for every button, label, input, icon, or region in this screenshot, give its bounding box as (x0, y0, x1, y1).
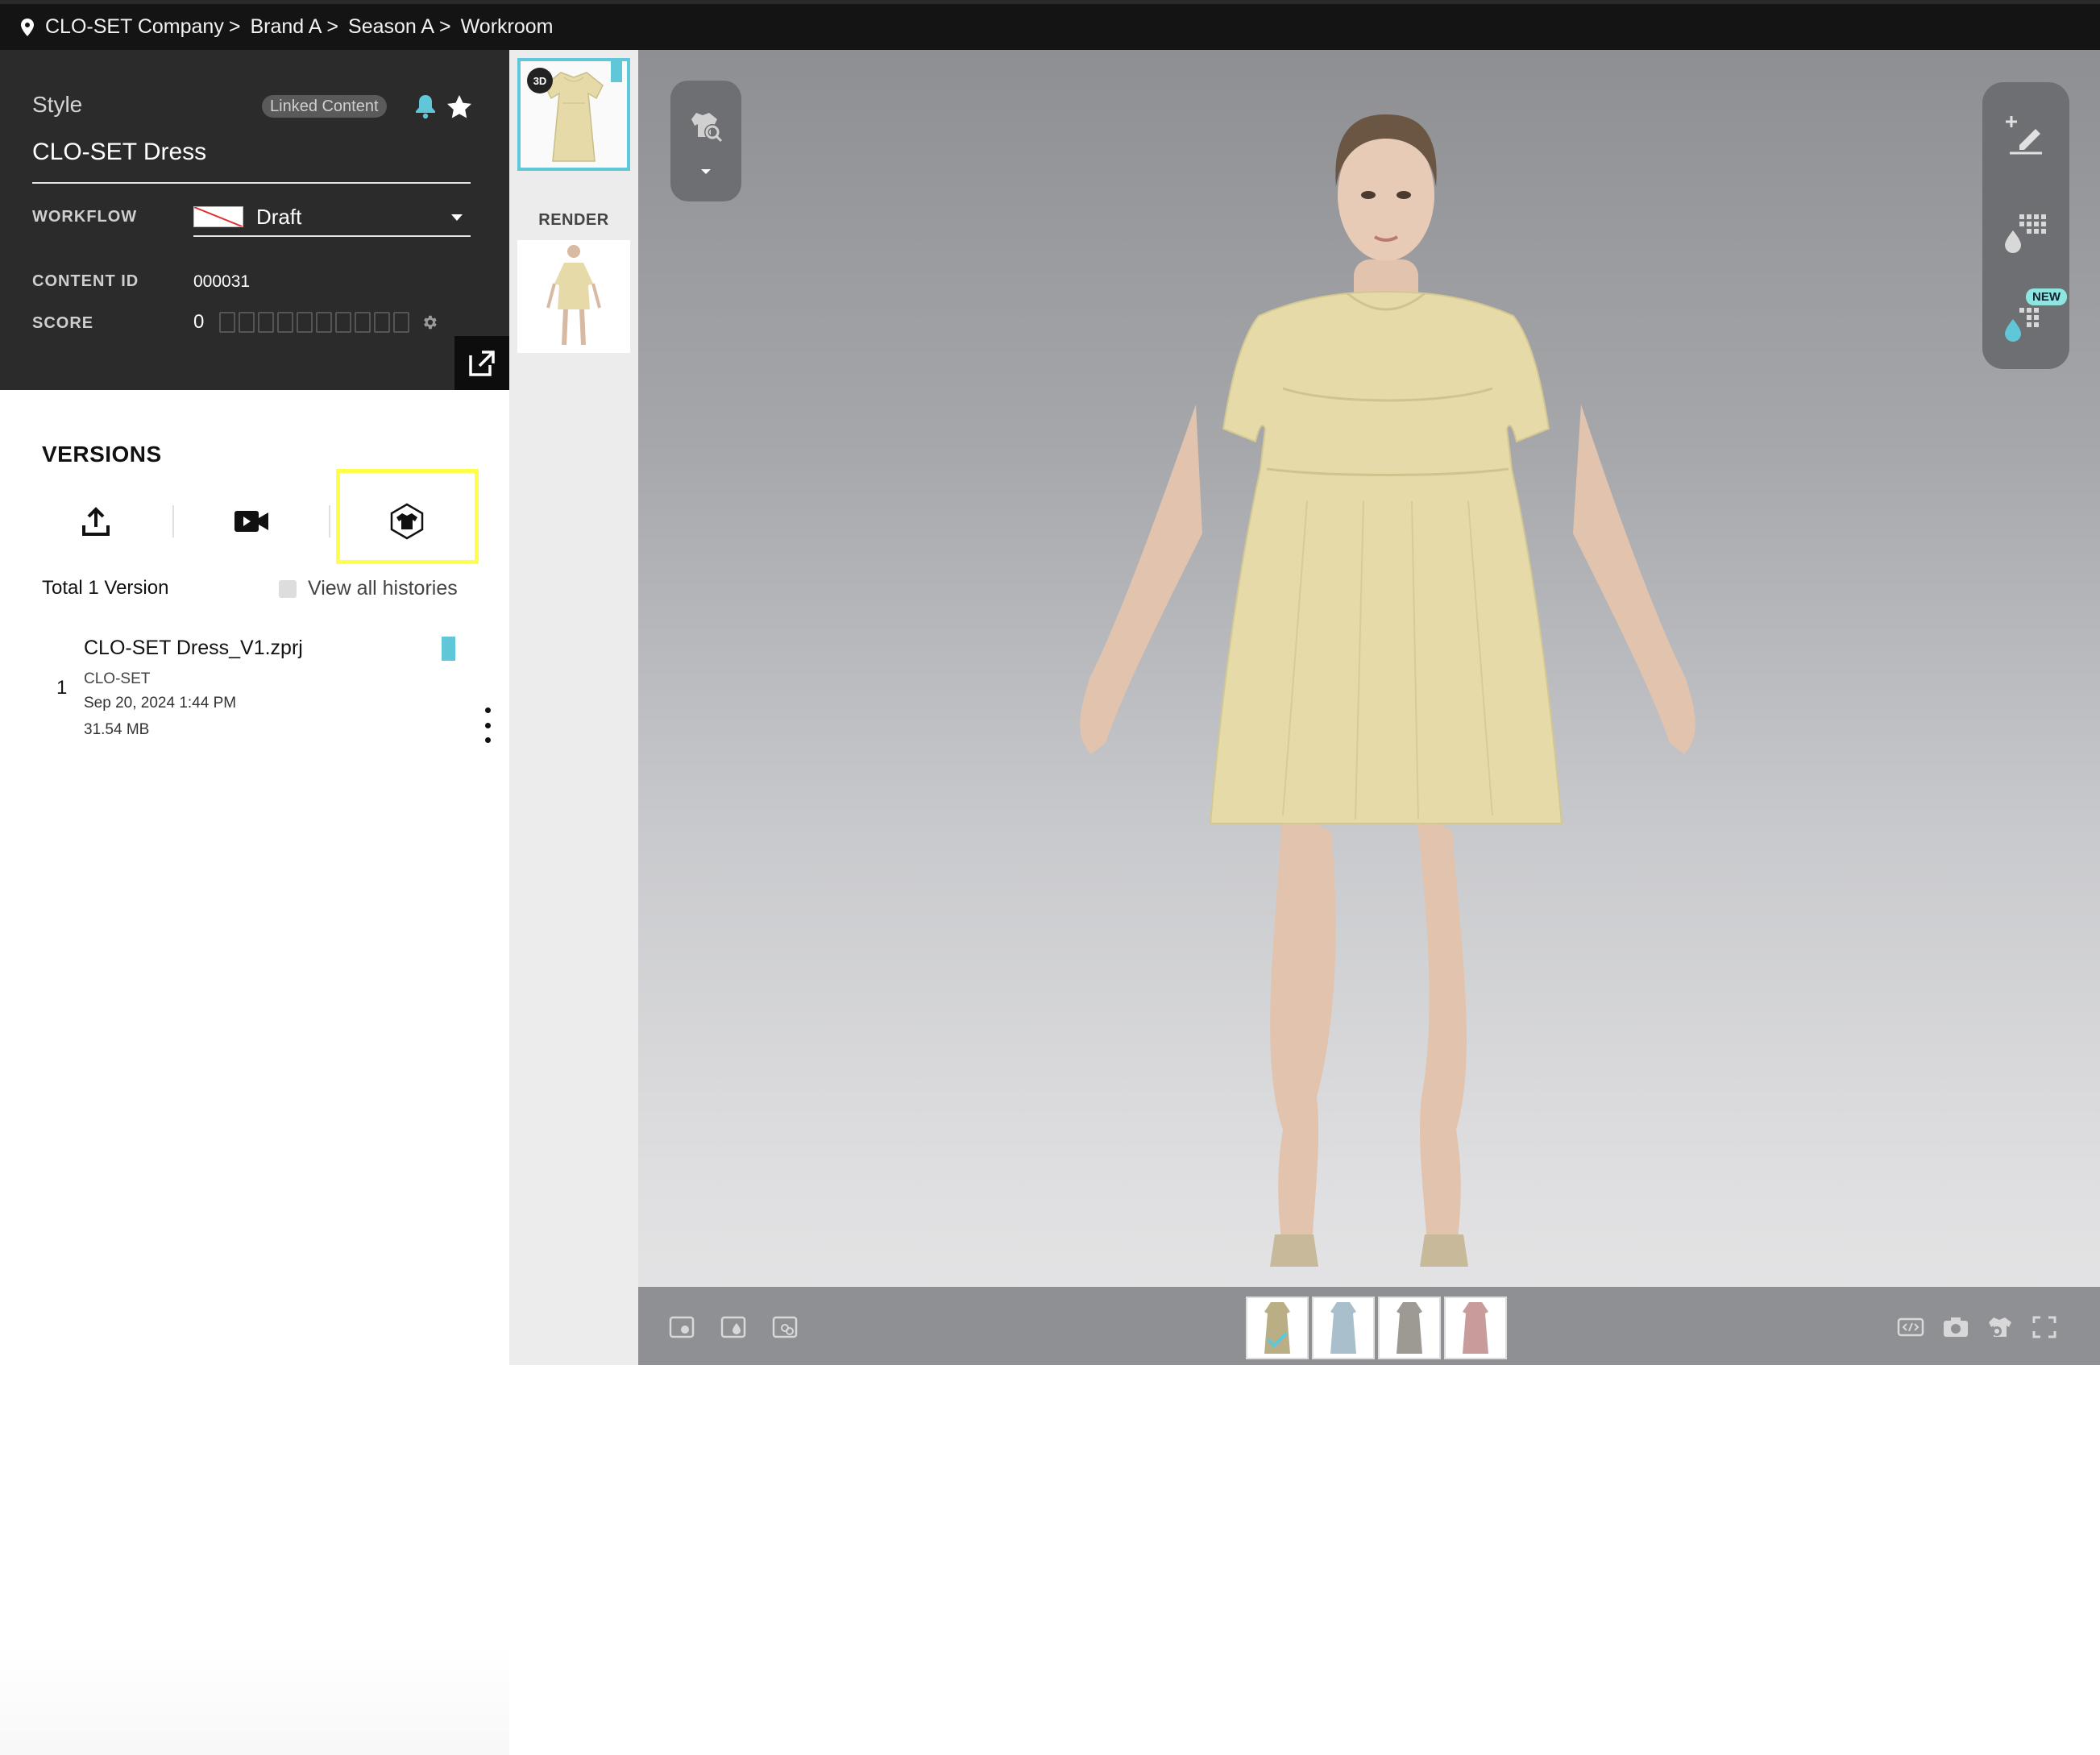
right-tool-panel (1982, 82, 2069, 369)
breadcrumb-workroom[interactable]: Workroom (461, 15, 554, 39)
highlight-frame (336, 469, 479, 564)
colorway-dress-3 (1397, 1302, 1422, 1354)
star-icon[interactable] (446, 93, 473, 121)
view-all-label[interactable]: View all histories (308, 577, 458, 600)
toolbar-divider (172, 505, 174, 537)
colorway-dress-1 (1264, 1302, 1290, 1354)
colorway-settings-icon[interactable] (772, 1315, 799, 1339)
score-box (393, 312, 409, 333)
score-box (277, 312, 293, 333)
video-icon (234, 511, 268, 532)
video-button[interactable] (225, 495, 278, 548)
new-badge: NEW (2026, 288, 2067, 305)
add-annotation-icon[interactable] (2005, 114, 2047, 156)
linked-content-badge[interactable]: Linked Content (262, 95, 387, 118)
colorway-thumbnail-1[interactable] (1246, 1297, 1309, 1359)
score-label: SCORE (32, 314, 94, 332)
more-options-icon[interactable] (483, 707, 492, 743)
workflow-dropdown[interactable]: Draft (193, 198, 471, 237)
colorway-dress-2 (1330, 1302, 1356, 1354)
toolbar-divider (329, 505, 330, 537)
colorway-dress-4 (1463, 1302, 1488, 1354)
scene-settings-icon[interactable] (669, 1315, 696, 1339)
garment-search-tool[interactable] (670, 81, 741, 201)
camera-icon[interactable] (1942, 1315, 1969, 1339)
version-size: 31.54 MB (84, 721, 150, 738)
versions-title: VERSIONS (42, 442, 162, 467)
thumbnail-strip: 3D RENDER (509, 50, 638, 1365)
gear-icon[interactable] (421, 313, 438, 331)
score-value: 0 (193, 311, 205, 333)
render-label: RENDER (538, 211, 609, 229)
badge-3d: 3D (527, 68, 553, 93)
workflow-value: Draft (256, 204, 302, 229)
colorway-thumbnail-4[interactable] (1444, 1297, 1507, 1359)
view-all-checkbox[interactable] (279, 580, 297, 598)
version-current-marker (442, 637, 455, 661)
style-name[interactable]: CLO-SET Dress (32, 139, 206, 166)
bell-icon[interactable] (413, 93, 438, 119)
version-date: Sep 20, 2024 1:44 PM (84, 695, 237, 712)
breadcrumb: CLO-SET Company > Brand A > Season A > Work… (45, 15, 554, 39)
upload-version-button[interactable] (69, 495, 122, 548)
breadcrumb-season[interactable]: Season A (348, 15, 434, 39)
version-number: 1 (56, 677, 68, 699)
version-file-name[interactable]: CLO-SET Dress_V1.zprj (84, 637, 303, 660)
embed-code-icon[interactable] (1897, 1315, 1924, 1339)
breadcrumb-company[interactable]: CLO-SET Company (45, 15, 224, 39)
workflow-status-swatch (193, 206, 243, 227)
score-box (355, 312, 371, 333)
score-box (239, 312, 255, 333)
camera-garment-icon[interactable] (1986, 1315, 2013, 1339)
colorway-thumbnail-2[interactable] (1312, 1297, 1375, 1359)
top-bar: CLO-SET Company > Brand A > Season A > Work… (0, 0, 2100, 50)
fabric-icon[interactable] (720, 1315, 748, 1339)
name-underline (32, 182, 471, 184)
score-box (258, 312, 274, 333)
score-box (374, 312, 390, 333)
selected-marker (611, 61, 622, 82)
style-section-label: Style (32, 92, 83, 117)
content-id-label: CONTENT ID (32, 272, 139, 290)
open-external-button[interactable] (454, 336, 509, 390)
workflow-label: WORKFLOW (32, 208, 138, 226)
thumbnail-3d[interactable]: 3D (517, 58, 630, 171)
versions-panel: VERSIONS Total 1 Version View all histor… (0, 390, 509, 1755)
external-link-icon (469, 350, 495, 376)
breadcrumb-brand[interactable]: Brand A (250, 15, 322, 39)
avatar-model-image (1080, 114, 1695, 1267)
bottom-fade (0, 1647, 509, 1755)
total-versions: Total 1 Version (42, 577, 169, 599)
score-box (219, 312, 235, 333)
fullscreen-icon[interactable] (2031, 1315, 2058, 1339)
score-box (297, 312, 313, 333)
breadcrumb-separator: > (439, 15, 451, 38)
score-box (335, 312, 351, 333)
style-panel: Style Linked Content CLO-SET Dress WORKF… (0, 50, 509, 430)
version-author: CLO-SET (84, 670, 151, 687)
content-id-value: 000031 (193, 272, 251, 291)
chevron-down-icon (451, 214, 463, 221)
breadcrumb-separator: > (326, 15, 339, 38)
color-grid-icon[interactable] (2003, 211, 2048, 256)
score-box (316, 312, 332, 333)
render-thumbnail-image (546, 245, 601, 346)
upload-icon (82, 507, 110, 536)
new-color-tool-icon[interactable] (2003, 300, 2048, 345)
garment-search-icon (691, 113, 723, 143)
breadcrumb-separator: > (228, 15, 241, 38)
location-pin-icon (21, 18, 34, 36)
3d-viewer[interactable]: NEW (638, 50, 2100, 1365)
colorway-thumbnail-3[interactable] (1378, 1297, 1441, 1359)
score-boxes (219, 312, 409, 333)
chevron-down-icon (701, 169, 711, 174)
thumbnail-render[interactable] (517, 240, 630, 353)
